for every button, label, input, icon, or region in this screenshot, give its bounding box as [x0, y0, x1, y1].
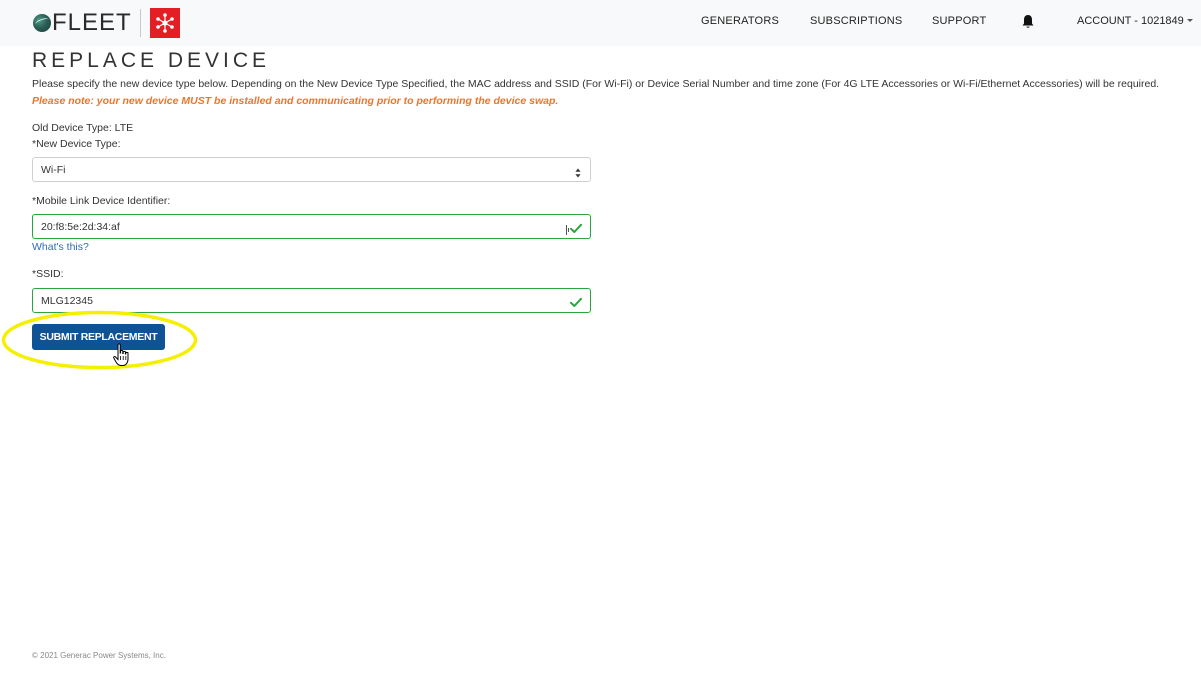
new-device-type-select[interactable]: Wi-Fi [32, 157, 591, 182]
footer-copyright: © 2021 Generac Power Systems, Inc. [32, 651, 166, 660]
account-menu[interactable]: ACCOUNT - 1021849 [1077, 15, 1193, 27]
valid-check-icon [570, 221, 582, 233]
ssid-input[interactable] [41, 293, 541, 309]
device-identifier-field [32, 214, 591, 239]
bell-icon[interactable] [1021, 14, 1035, 30]
nav-subscriptions[interactable]: SUBSCRIPTIONS [810, 15, 902, 27]
account-label: ACCOUNT - 1021849 [1077, 15, 1184, 27]
submit-replacement-button[interactable]: SUBMIT REPLACEMENT [32, 324, 165, 350]
select-arrows-icon [575, 165, 581, 178]
brand[interactable]: FLEET [33, 8, 180, 38]
device-identifier-input[interactable] [41, 219, 541, 235]
nav-support[interactable]: SUPPORT [932, 15, 986, 27]
old-device-type: Old Device Type: LTE [32, 122, 134, 134]
new-device-type-label: *New Device Type: [32, 138, 121, 150]
keyboard-indicator-icon [566, 222, 569, 235]
network-logo-icon [149, 8, 180, 38]
warning-note: Please note: your new device MUST be ins… [32, 95, 559, 107]
ssid-field [32, 288, 591, 313]
valid-check-icon [570, 295, 582, 307]
globe-logo-icon [33, 14, 51, 32]
whats-this-link[interactable]: What's this? [32, 241, 89, 253]
top-navbar: FLEET GENERATORS SUBSCRIPTIONS SUPPORT A… [0, 0, 1201, 46]
device-identifier-label: *Mobile Link Device Identifier: [32, 195, 171, 207]
nav-generators[interactable]: GENERATORS [701, 15, 779, 27]
chevron-down-icon [1186, 19, 1193, 22]
page-title: REPLACE DEVICE [32, 49, 271, 72]
new-device-type-value: Wi-Fi [41, 164, 66, 176]
brand-name: FLEET [52, 9, 132, 36]
intro-text: Please specify the new device type below… [32, 78, 1160, 90]
ssid-label: *SSID: [32, 268, 64, 280]
brand-divider [139, 9, 141, 37]
